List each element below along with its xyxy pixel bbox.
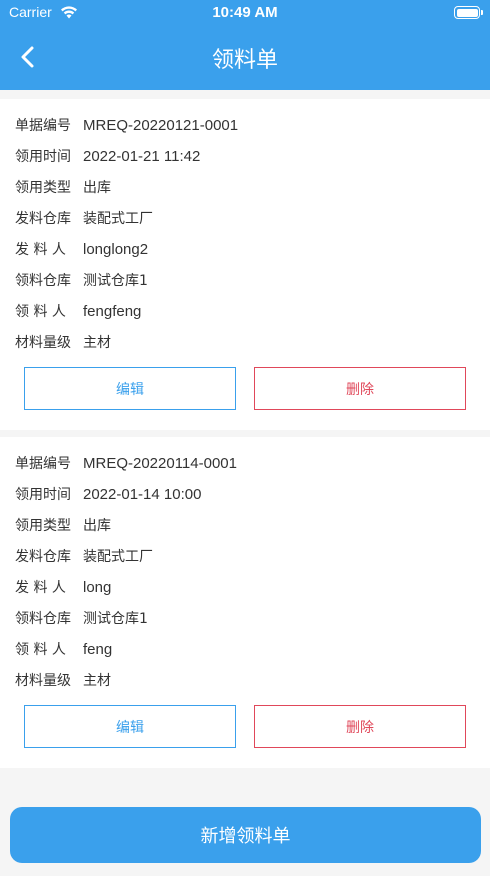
field-receive-warehouse: 领料仓库 测试仓库1 (15, 273, 148, 289)
delete-button[interactable]: 删除 (254, 705, 466, 748)
requisition-card: 单据编号 MREQ-20220114-0001 领用时间 2022-01-14 10… (0, 437, 490, 768)
page-title: 领料单 (211, 48, 278, 73)
top-bar: Carrier 10:49 AM 领料单 (0, 0, 490, 90)
requisition-card: 单据编号 MREQ-20220121-0001 领用时间 2022-01-21 11… (0, 99, 490, 430)
status-bar: Carrier 10:49 AM (0, 0, 490, 26)
field-receiver: 领 料 人 fengfeng (15, 303, 142, 320)
field-use-type: 领用类型 出库 (15, 180, 111, 196)
delete-button[interactable]: 删除 (254, 367, 466, 410)
field-use-time: 领用时间 2022-01-21 11:42 (15, 148, 201, 165)
edit-button[interactable]: 编辑 (24, 705, 236, 748)
field-receiver: 领 料 人 feng (15, 641, 113, 658)
field-issue-warehouse: 发料仓库 装配式工厂 (15, 549, 153, 565)
field-issue-warehouse: 发料仓库 装配式工厂 (15, 211, 153, 227)
field-use-type: 领用类型 出库 (15, 518, 111, 534)
edit-button[interactable]: 编辑 (24, 367, 236, 410)
battery-icon (454, 6, 483, 19)
field-material-grade: 材料量级 主材 (15, 673, 111, 689)
status-time: 10:49 AM (212, 4, 278, 21)
nav-bar: 领料单 (0, 36, 490, 80)
add-requisition-button[interactable]: 新增领料单 (10, 807, 481, 863)
field-material-grade: 材料量级 主材 (15, 335, 111, 351)
field-doc-number: 单据编号 MREQ-20220121-0001 (15, 117, 239, 134)
field-doc-number: 单据编号 MREQ-20220114-0001 (15, 455, 237, 472)
field-receive-warehouse: 领料仓库 测试仓库1 (15, 611, 148, 627)
field-use-time: 领用时间 2022-01-14 10:00 (15, 486, 202, 503)
field-issuer: 发 料 人 long (15, 579, 112, 596)
field-issuer: 发 料 人 longlong2 (15, 241, 149, 258)
